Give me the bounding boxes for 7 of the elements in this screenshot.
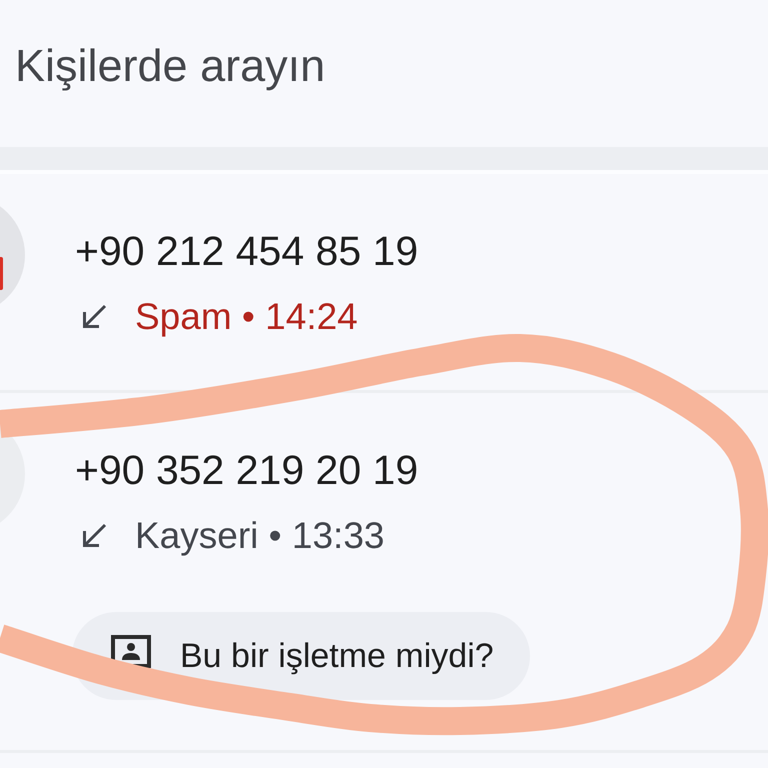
- incoming-arrow-icon: [80, 303, 108, 331]
- phone-number: +90 352 219 20 19: [75, 446, 418, 494]
- call-detail: Spam • 14:24: [135, 295, 358, 339]
- phone-number: +90 212 454 85 19: [75, 227, 418, 275]
- incoming-arrow-icon: [80, 522, 108, 550]
- call-detail: Kayseri • 13:33: [135, 514, 384, 558]
- search-field[interactable]: Kişilerde arayın: [15, 38, 615, 94]
